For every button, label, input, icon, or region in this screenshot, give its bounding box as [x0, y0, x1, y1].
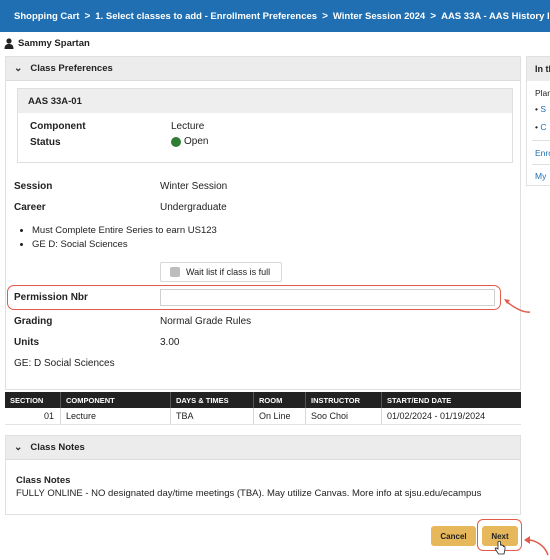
breadcrumb: Shopping Cart > 1. Select classes to add… [0, 0, 550, 32]
status-value: Open [184, 136, 209, 147]
divider [532, 140, 550, 141]
component-cell: Lecture [61, 408, 171, 424]
class-preferences-header[interactable]: ⌄ Class Preferences [6, 57, 520, 81]
right-panel-my-link[interactable]: My [535, 171, 546, 181]
class-notes-title: Class Notes [30, 442, 85, 453]
right-panel-link[interactable]: C [540, 122, 546, 132]
annotation-arrow-icon [504, 299, 531, 313]
table-row: 01 Lecture TBA On Line Soo Choi 01/02/20… [5, 408, 521, 425]
hand-cursor-icon [494, 541, 506, 555]
session-value: Winter Session [160, 181, 228, 192]
right-panel-bullet: • C [535, 122, 547, 132]
status-value-wrap: Open [171, 136, 208, 147]
column-header: SECTION [5, 392, 61, 408]
class-notes-text: FULLY ONLINE - NO designated day/time me… [16, 488, 482, 499]
user-name: Sammy Spartan [18, 37, 90, 49]
breadcrumb-course: AAS 33A - AAS History I [441, 10, 550, 22]
column-header: INSTRUCTOR [306, 392, 382, 408]
class-summary-box: AAS 33A-01 Component Lecture Status Open [17, 88, 513, 163]
permission-number-input[interactable] [160, 289, 495, 306]
sections-table: SECTION COMPONENT DAYS & TIMES ROOM INST… [5, 392, 521, 425]
right-panel-link[interactable]: S [540, 104, 546, 114]
breadcrumb-enrollment-preferences[interactable]: 1. Select classes to add - Enrollment Pr… [95, 11, 317, 22]
right-panel-title: In th [527, 57, 550, 81]
breadcrumb-separator: > [430, 10, 437, 22]
right-panel-plan: Plan [535, 88, 550, 98]
class-notes-panel: ⌄ Class Notes Class Notes FULLY ONLINE -… [5, 435, 521, 515]
class-notes-heading: Class Notes [16, 475, 71, 486]
annotation-arrow-icon [524, 536, 549, 556]
breadcrumb-separator: > [84, 10, 91, 22]
column-header: DAYS & TIMES [171, 392, 254, 408]
breadcrumb-separator: > [322, 10, 328, 22]
instructor-cell: Soo Choi [306, 408, 382, 424]
dates-cell: 01/02/2024 - 01/19/2024 [387, 411, 486, 421]
component-label: Component [30, 121, 86, 132]
days-times-cell: TBA [171, 408, 254, 424]
class-preferences-panel: ⌄ Class Preferences AAS 33A-01 Component… [5, 56, 521, 390]
career-label: Career [14, 202, 46, 213]
section-cell: 01 [5, 408, 61, 424]
chevron-down-icon[interactable]: ⌄ [14, 63, 22, 74]
checkbox-icon[interactable] [170, 267, 180, 277]
right-panel-enroll-link[interactable]: Enro [535, 148, 550, 158]
right-side-panel: In th Plan • S • C Enro My [526, 56, 550, 186]
ge-note: GE: D Social Sciences [14, 358, 115, 369]
waitlist-checkbox[interactable]: Wait list if class is full [160, 262, 282, 282]
right-panel-bullet: • S [535, 104, 547, 114]
units-label: Units [14, 337, 39, 348]
chevron-down-icon[interactable]: ⌄ [14, 442, 22, 453]
cancel-button[interactable]: Cancel [431, 526, 476, 546]
status-label: Status [30, 137, 61, 148]
breadcrumb-shopping-cart[interactable]: Shopping Cart [14, 11, 79, 22]
waitlist-label: Wait list if class is full [186, 267, 271, 277]
list-item: Must Complete Entire Series to earn US12… [32, 224, 217, 238]
list-item: GE D: Social Sciences [32, 238, 217, 252]
class-preferences-title: Class Preferences [30, 63, 113, 74]
class-notes-header[interactable]: ⌄ Class Notes [6, 436, 520, 460]
user-info: Sammy Spartan [4, 36, 90, 50]
class-notes-body: Class Notes FULLY ONLINE - NO designated… [6, 460, 520, 500]
divider [532, 164, 550, 165]
class-code: AAS 33A-01 [18, 89, 512, 113]
breadcrumb-term[interactable]: Winter Session 2024 [333, 11, 425, 22]
grading-label: Grading [14, 316, 53, 327]
column-header: COMPONENT [61, 392, 171, 408]
room-cell: On Line [254, 408, 306, 424]
requirements-list: Must Complete Entire Series to earn US12… [32, 224, 217, 252]
table-header: SECTION COMPONENT DAYS & TIMES ROOM INST… [5, 392, 521, 408]
column-header: START/END DATE [387, 395, 452, 405]
career-value: Undergraduate [160, 202, 227, 213]
grading-value: Normal Grade Rules [160, 316, 252, 327]
permission-label: Permission Nbr [14, 292, 88, 303]
component-value: Lecture [171, 121, 205, 132]
status-open-icon [171, 136, 181, 147]
session-label: Session [14, 181, 53, 192]
column-header: ROOM [254, 392, 306, 408]
person-icon [4, 37, 14, 49]
units-value: 3.00 [160, 337, 180, 348]
